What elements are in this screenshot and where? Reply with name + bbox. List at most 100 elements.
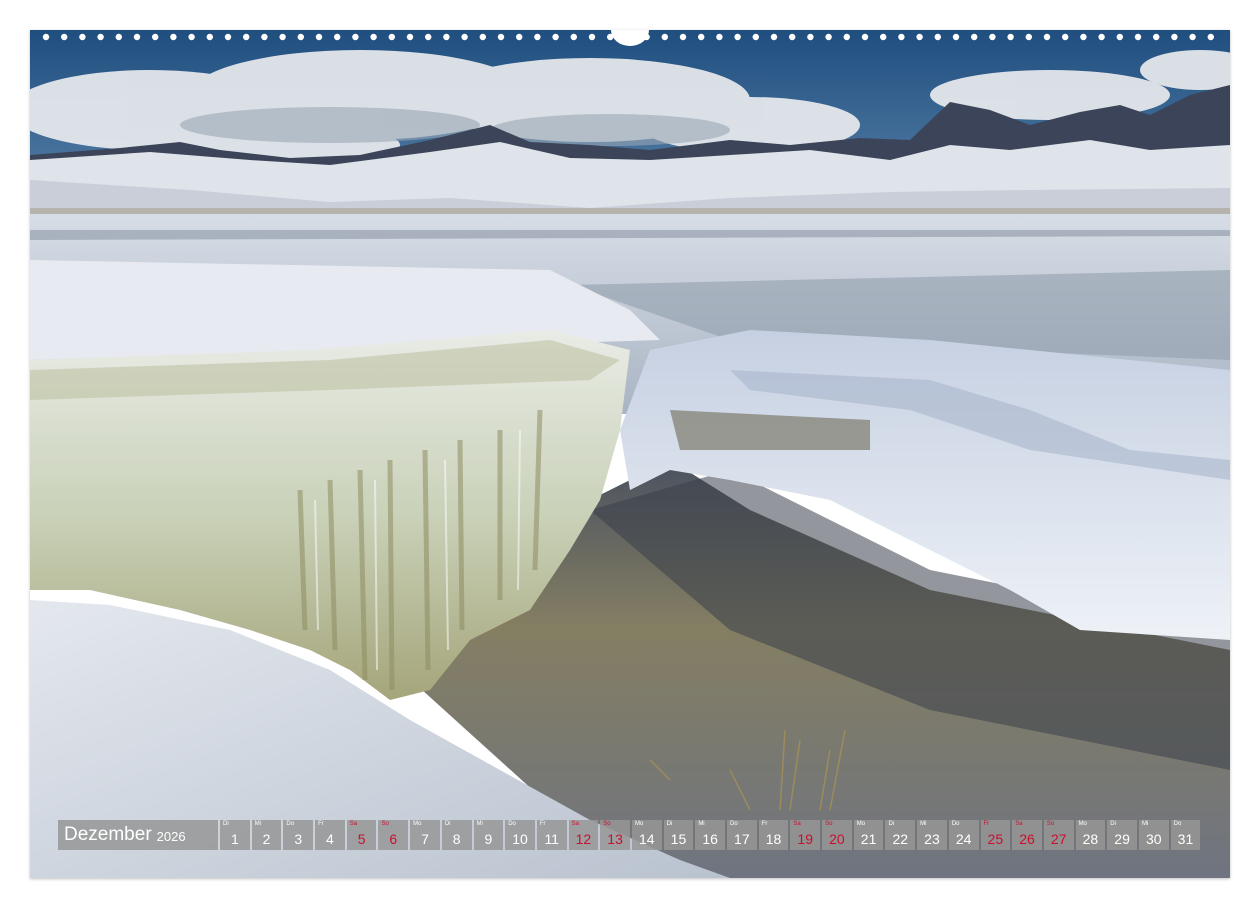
weekday-label: Di	[444, 821, 451, 827]
calendar-day: Di 1	[220, 820, 250, 850]
day-number: 18	[765, 831, 782, 847]
day-number: 3	[294, 831, 303, 847]
binding-hole	[1189, 33, 1196, 41]
binding-hole	[334, 33, 341, 41]
binding-hole	[352, 33, 359, 41]
binding-hole	[952, 33, 960, 41]
calendar-day: Mo 14	[631, 820, 662, 850]
calendar-day: Sa 19	[790, 820, 821, 850]
frozen-waterfall-scene	[30, 30, 1230, 878]
weekday-label: Di	[1110, 821, 1116, 827]
calendar-day: So 6	[378, 820, 409, 850]
day-number: 12	[575, 831, 592, 847]
binding-hole	[152, 33, 159, 41]
calendar-day: Di 15	[663, 820, 694, 850]
binding-hole	[243, 33, 250, 41]
binding-hole	[1062, 33, 1069, 41]
day-number: 30	[1145, 831, 1162, 847]
binding-hole	[698, 33, 705, 41]
binding-hole	[898, 33, 905, 41]
binding-hole	[297, 33, 304, 41]
binding-hole	[1207, 33, 1215, 41]
calendar-day: Mi 16	[695, 820, 725, 850]
day-number: 14	[638, 831, 655, 847]
weekday-label: Mi	[254, 821, 262, 827]
weekday-label: Fr	[539, 821, 546, 827]
binding-hole	[534, 33, 541, 41]
binding-hole	[170, 33, 177, 41]
binding-hole	[570, 33, 577, 41]
spiral-binding	[30, 30, 1230, 46]
calendar-day: So 27	[1043, 820, 1074, 850]
day-number: 10	[512, 831, 528, 847]
calendar-day: Do 3	[283, 820, 314, 850]
day-number: 24	[955, 831, 972, 847]
calendar-day: Fr 25	[980, 820, 1011, 850]
day-number: 5	[357, 831, 366, 847]
binding-hole	[1116, 33, 1124, 41]
binding-hole	[934, 33, 941, 41]
weekday-label: Di	[666, 821, 673, 827]
binding-hole	[1080, 33, 1087, 41]
calendar-day: So 20	[822, 820, 852, 850]
binding-hole	[752, 33, 759, 41]
binding-hole	[443, 33, 450, 41]
weekday-label: Do	[508, 821, 516, 827]
weekday-label: Mo	[1078, 821, 1087, 827]
binding-hole	[388, 33, 395, 41]
calendar-day: Mo 28	[1075, 820, 1106, 850]
day-number: 16	[702, 831, 718, 847]
weekday-label: So	[381, 821, 389, 827]
weekday-label: Sa	[571, 821, 579, 827]
day-number: 2	[262, 831, 271, 847]
weekday-label: Do	[286, 821, 295, 827]
landscape-photo	[30, 30, 1230, 878]
binding-hole	[734, 33, 741, 41]
weekday-label: Di	[888, 821, 895, 827]
binding-hole	[315, 33, 323, 41]
day-number: 6	[389, 831, 398, 847]
binding-hole	[916, 33, 923, 41]
weekday-label: Mi	[476, 821, 483, 827]
day-number: 17	[734, 831, 750, 847]
binding-hole	[461, 33, 468, 41]
binding-hole	[1134, 33, 1142, 41]
month-name: Dezember	[64, 824, 152, 845]
day-number: 28	[1082, 831, 1099, 847]
year-label: 2026	[156, 829, 186, 844]
binding-holes	[42, 30, 1215, 46]
day-number: 15	[670, 831, 687, 847]
binding-hole	[261, 33, 268, 41]
day-strip: Di 1 Mi 2 Do 3 Fr 4 Sa 5 So 6 Mo 7 Di 8 Mi 9 Do 10 Fr 11 Sa 12 S…	[220, 820, 1202, 850]
weekday-label: So	[603, 821, 611, 827]
binding-hole	[370, 33, 377, 41]
calendar-day: Do 10	[505, 820, 535, 850]
calendar-day: Do 17	[727, 820, 757, 850]
weekday-label: Sa	[349, 821, 358, 827]
calendar-day: Mo 7	[410, 820, 440, 850]
day-number: 23	[924, 831, 940, 847]
binding-hole	[224, 33, 232, 41]
calendar-day: Mi 23	[917, 820, 947, 850]
binding-hole	[679, 33, 687, 41]
binding-hole	[807, 33, 814, 41]
binding-hole	[861, 33, 869, 41]
calendar-day: Do 24	[948, 820, 979, 850]
binding-hole	[1043, 33, 1051, 41]
calendar-day: So 13	[600, 820, 630, 850]
calendar-day: Mi 2	[251, 820, 282, 850]
calendar-day: Fr 4	[315, 820, 345, 850]
weekday-label: So	[1046, 821, 1055, 827]
weekday-label: Fr	[983, 821, 990, 827]
day-number: 8	[452, 831, 461, 847]
calendar-day: Di 8	[441, 820, 472, 850]
day-number: 13	[607, 831, 623, 847]
day-number: 20	[829, 831, 845, 847]
binding-hole	[588, 33, 596, 41]
weekday-label: Mo	[634, 821, 644, 827]
binding-hole	[188, 33, 195, 41]
binding-hole	[1025, 33, 1032, 41]
binding-hole	[1098, 33, 1105, 41]
weekday-label: Di	[223, 821, 229, 827]
hanger-notch	[611, 30, 649, 46]
